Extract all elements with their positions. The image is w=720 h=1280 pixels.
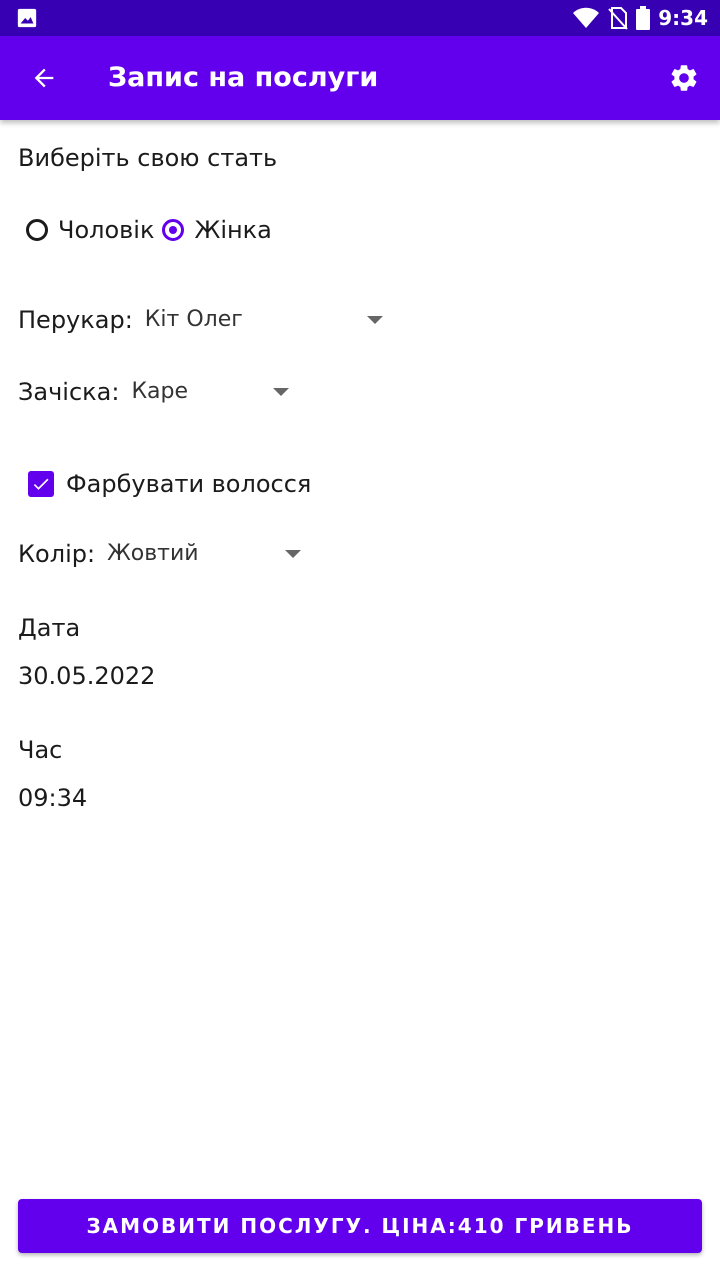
date-label: Дата	[18, 614, 81, 642]
color-label: Колір:	[18, 540, 96, 568]
haircut-row: Зачіска: Каре	[18, 376, 291, 408]
barber-label: Перукар:	[18, 306, 133, 334]
radio-female-label: Жінка	[194, 216, 272, 244]
battery-icon	[636, 6, 651, 30]
dropdown-arrow-icon	[273, 388, 290, 396]
back-button[interactable]	[24, 58, 64, 98]
time-label: Час	[18, 736, 63, 764]
gender-radio-group: Чоловік Жінка	[26, 214, 280, 246]
gender-heading: Виберіть свою стать	[18, 144, 278, 172]
barber-value: Кіт Олег	[144, 307, 243, 332]
status-bar: 9:34	[0, 0, 720, 36]
radio-unchecked-icon	[26, 219, 48, 241]
status-icons: 9:34	[572, 0, 708, 36]
dropdown-arrow-icon	[285, 550, 302, 558]
radio-female[interactable]: Жінка	[162, 214, 272, 246]
app-bar: Запис на послуги	[0, 36, 720, 120]
order-button[interactable]: ЗАМОВИТИ ПОСЛУГУ. ЦІНА:410 ГРИВЕНЬ	[18, 1199, 702, 1253]
dye-checkbox-row[interactable]: Фарбувати волосся	[28, 468, 311, 500]
radio-male-label: Чоловік	[58, 216, 155, 244]
dropdown-arrow-icon	[366, 316, 383, 324]
form-container: Виберіть свою стать Чоловік Жінка Перука…	[0, 120, 720, 1280]
barber-row: Перукар: Кіт Олег	[18, 304, 385, 336]
color-spinner[interactable]: Жовтий	[107, 538, 307, 570]
no-sim-icon	[608, 7, 628, 30]
radio-male[interactable]: Чоловік	[26, 214, 154, 246]
page-title: Запис на послуги	[108, 62, 379, 93]
radio-checked-icon	[162, 219, 185, 241]
barber-spinner[interactable]: Кіт Олег	[145, 304, 385, 336]
status-time: 9:34	[658, 6, 708, 30]
wifi-icon	[573, 7, 600, 28]
haircut-spinner[interactable]: Каре	[131, 376, 291, 408]
haircut-label: Зачіска:	[18, 378, 120, 406]
color-row: Колір: Жовтий	[18, 538, 307, 570]
date-value[interactable]: 30.05.2022	[18, 660, 155, 692]
haircut-value: Каре	[131, 379, 189, 404]
gear-icon	[671, 65, 697, 91]
settings-button[interactable]	[664, 58, 704, 98]
checkbox-checked-icon	[28, 471, 54, 497]
image-icon	[17, 8, 37, 28]
arrow-back-icon	[34, 68, 54, 88]
time-value[interactable]: 09:34	[18, 782, 87, 814]
color-value: Жовтий	[107, 541, 199, 566]
dye-label: Фарбувати волосся	[66, 470, 312, 498]
